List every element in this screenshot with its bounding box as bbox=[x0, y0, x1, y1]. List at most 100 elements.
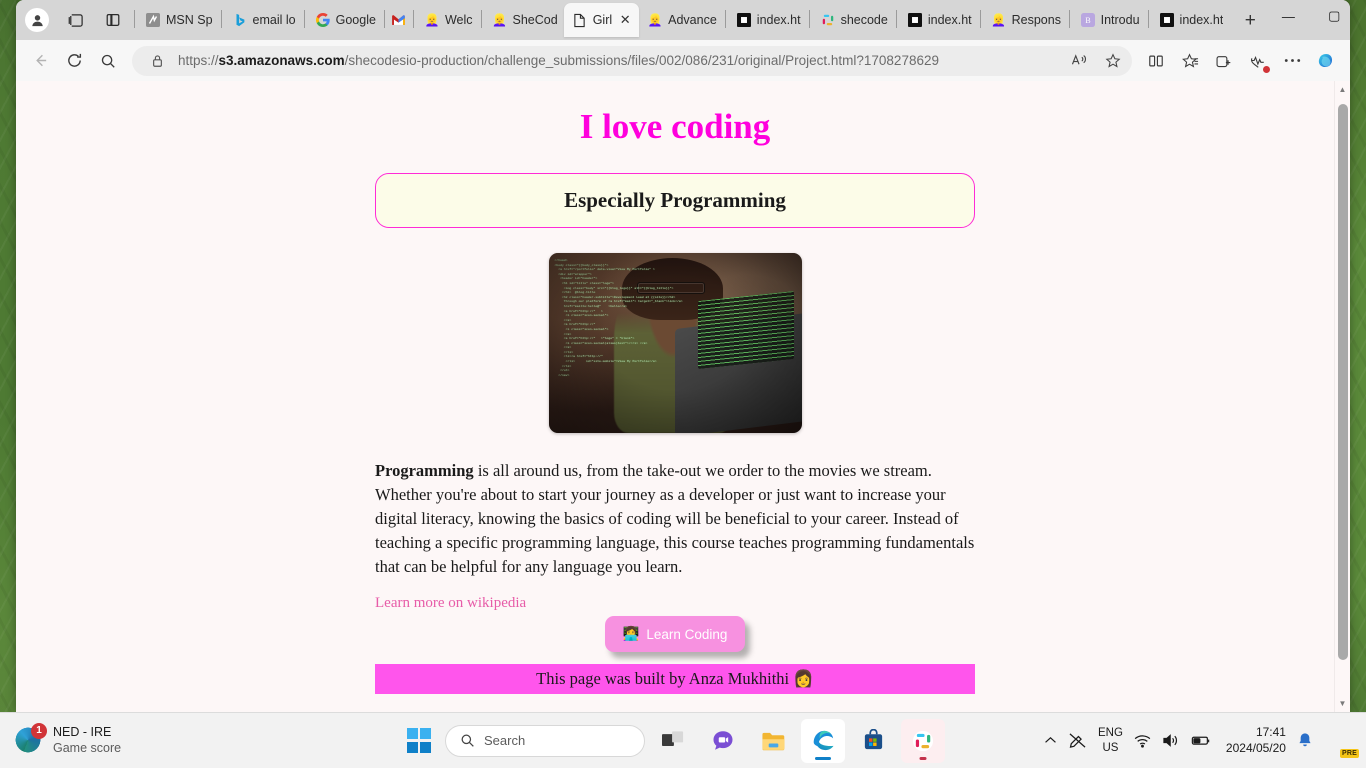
split-screen-icon[interactable] bbox=[1140, 45, 1172, 77]
copilot-icon[interactable] bbox=[1310, 45, 1342, 77]
refresh-icon[interactable] bbox=[58, 45, 90, 77]
task-view-icon[interactable] bbox=[651, 719, 695, 763]
notification-bell-icon[interactable] bbox=[1297, 732, 1313, 749]
page-scrollbar[interactable]: ▲ ▼ bbox=[1334, 81, 1350, 712]
browser-window: MSN Sp email lo Google 👱‍♀️ Welc bbox=[16, 0, 1350, 712]
tab-index-2[interactable]: index.ht bbox=[899, 3, 978, 37]
taskbar-widget[interactable]: 1 NED - IRE Game score bbox=[0, 722, 300, 756]
wifi-icon[interactable] bbox=[1134, 734, 1151, 748]
learn-coding-button[interactable]: 👩‍💻 Learn Coding bbox=[604, 616, 746, 652]
tab-divider bbox=[383, 10, 385, 28]
clock[interactable]: 17:41 2024/05/20 bbox=[1226, 725, 1286, 756]
hidden-icons-chevron[interactable] bbox=[1044, 736, 1057, 745]
tab-divider bbox=[1068, 10, 1070, 28]
page-content: I love coding Especially Programming </h… bbox=[375, 107, 975, 694]
photo-vignette bbox=[548, 253, 802, 433]
browser-essentials-icon[interactable] bbox=[1242, 45, 1274, 77]
microsoft-store-icon[interactable] bbox=[851, 719, 895, 763]
tab-shecode-slack[interactable]: shecode bbox=[812, 3, 894, 37]
scroll-up-arrow[interactable]: ▲ bbox=[1335, 81, 1351, 98]
scrollbar-thumb[interactable] bbox=[1337, 104, 1348, 660]
tab-label: Welc bbox=[444, 13, 473, 27]
avatar bbox=[25, 8, 49, 32]
page-title: I love coding bbox=[579, 107, 771, 146]
no-pen-icon[interactable] bbox=[1068, 732, 1087, 749]
profile-button[interactable] bbox=[18, 3, 56, 37]
workspaces-icon[interactable] bbox=[56, 3, 94, 37]
taskbar-center: Search bbox=[399, 718, 945, 763]
favorites-icon[interactable] bbox=[1174, 45, 1206, 77]
wikipedia-link[interactable]: Learn more on wikipedia bbox=[375, 595, 526, 612]
shecodes-icon: 👱‍♀️ bbox=[424, 13, 440, 27]
file-explorer-icon[interactable] bbox=[751, 719, 795, 763]
copilot-tray-icon[interactable]: PRE bbox=[1324, 726, 1359, 758]
tab-gmail[interactable] bbox=[387, 3, 411, 37]
web-page: I love coding Especially Programming </h… bbox=[16, 81, 1334, 712]
vscode-icon bbox=[736, 12, 752, 28]
tab-divider bbox=[895, 10, 897, 28]
volume-icon[interactable] bbox=[1162, 733, 1180, 748]
tab-girl-active[interactable]: Girl ✕ bbox=[563, 3, 640, 37]
page-viewport: I love coding Especially Programming </h… bbox=[16, 81, 1350, 712]
widget-subtitle: Game score bbox=[53, 740, 122, 755]
slack-activity-indicator bbox=[919, 756, 927, 760]
shecodes-icon: 👱‍♀️ bbox=[991, 13, 1007, 27]
tab-introduction[interactable]: B Introdu bbox=[1072, 3, 1146, 37]
body-paragraph: Programming is all around us, from the t… bbox=[375, 459, 975, 579]
pre-badge: PRE bbox=[1339, 748, 1359, 758]
woman-coding-photo: </head> <body class="{{body_class}}"> <a… bbox=[548, 253, 802, 433]
tab-divider bbox=[808, 10, 810, 28]
tab-email[interactable]: email lo bbox=[224, 3, 302, 37]
woman-technologist-emoji-icon: 👩‍💻 bbox=[622, 626, 640, 641]
battery-icon[interactable] bbox=[1191, 734, 1211, 747]
widget-icon: 1 bbox=[14, 722, 47, 756]
new-tab-button[interactable]: + bbox=[1235, 6, 1265, 36]
collections-icon[interactable] bbox=[1208, 45, 1240, 77]
tab-divider bbox=[134, 10, 135, 28]
paragraph-lead: Programming bbox=[375, 461, 474, 480]
search-input[interactable]: Search bbox=[445, 724, 645, 757]
tab-responsive[interactable]: 👱‍♀️ Respons bbox=[983, 3, 1067, 37]
scroll-down-arrow[interactable]: ▼ bbox=[1335, 695, 1351, 712]
tab-label: SheCod bbox=[512, 13, 558, 27]
tab-label: index.ht bbox=[756, 13, 801, 27]
tab-actions-icon[interactable] bbox=[94, 3, 132, 37]
tab-index-3[interactable]: index.ht bbox=[1151, 3, 1230, 37]
tab-divider bbox=[412, 10, 414, 28]
language-indicator[interactable]: ENG US bbox=[1098, 726, 1123, 754]
settings-more-icon[interactable] bbox=[1276, 45, 1308, 77]
tab-divider bbox=[724, 10, 726, 28]
tab-msn[interactable]: MSN Sp bbox=[137, 3, 219, 37]
tab-divider bbox=[979, 10, 981, 28]
brand-b-icon: B bbox=[1080, 12, 1096, 28]
scrollbar-track[interactable] bbox=[1335, 98, 1351, 695]
tab-google[interactable]: Google bbox=[307, 3, 382, 37]
back-icon[interactable] bbox=[24, 45, 56, 77]
tab-label: Introdu bbox=[1100, 13, 1140, 27]
address-bar[interactable]: https://s3.amazonaws.com/shecodesio-prod… bbox=[132, 45, 1132, 76]
maximize-button[interactable]: ▢ bbox=[1311, 0, 1350, 32]
google-icon bbox=[315, 12, 331, 28]
favorite-star-icon[interactable] bbox=[1100, 48, 1126, 74]
tab-strip: MSN Sp email lo Google 👱‍♀️ Welc bbox=[16, 0, 1350, 40]
bing-icon bbox=[232, 12, 248, 28]
button-row: 👩‍💻 Learn Coding bbox=[375, 616, 975, 652]
start-button[interactable] bbox=[399, 721, 439, 761]
read-aloud-icon[interactable] bbox=[1066, 48, 1092, 74]
tab-advanced[interactable]: 👱‍♀️ Advance bbox=[639, 3, 723, 37]
tab-welcome[interactable]: 👱‍♀️ Welc bbox=[416, 3, 479, 37]
close-icon[interactable]: ✕ bbox=[617, 12, 633, 28]
edge-icon[interactable] bbox=[801, 718, 845, 763]
chat-icon[interactable] bbox=[701, 719, 745, 763]
widget-title: NED - IRE bbox=[53, 724, 112, 739]
clock-time: 17:41 bbox=[1255, 724, 1286, 739]
tab-label: Google bbox=[335, 13, 376, 27]
widget-badge: 1 bbox=[31, 722, 47, 739]
slack-icon[interactable] bbox=[901, 718, 945, 763]
tab-index-1[interactable]: index.ht bbox=[728, 3, 807, 37]
search-icon[interactable] bbox=[92, 45, 124, 77]
tab-shecodes[interactable]: 👱‍♀️ SheCod bbox=[484, 3, 564, 37]
minimize-button[interactable]: — bbox=[1265, 0, 1311, 32]
tab-label: Respons bbox=[1011, 13, 1061, 27]
vscode-icon bbox=[907, 12, 923, 28]
